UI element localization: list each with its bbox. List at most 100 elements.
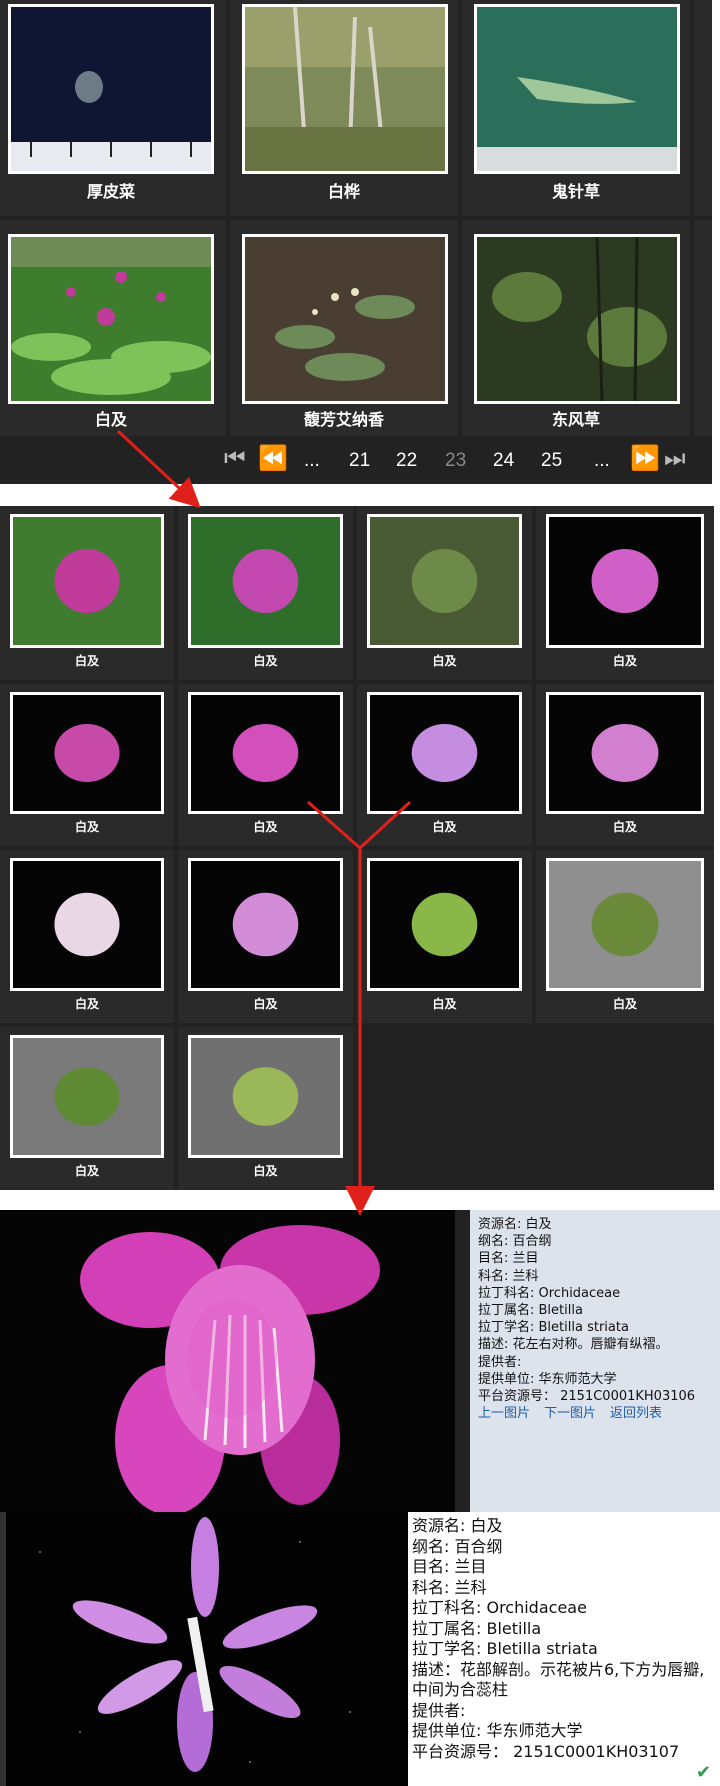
detail-thumb-photo bbox=[13, 517, 161, 645]
gallery-cell[interactable]: 白及 bbox=[0, 220, 226, 436]
gallery-thumb-birch[interactable] bbox=[242, 4, 448, 174]
record1-field-row: 资源名: 白及 bbox=[478, 1217, 552, 1232]
detail-grid-cell[interactable]: 白及 bbox=[0, 850, 174, 1023]
detail-grid-cell[interactable]: 白及 bbox=[536, 850, 714, 1023]
orchid-dissection-photo bbox=[0, 1512, 408, 1786]
page-link-25[interactable]: 25 bbox=[541, 450, 562, 472]
detail-caption[interactable]: 白及 bbox=[536, 818, 714, 835]
gallery-caption[interactable]: 厚皮菜 bbox=[0, 178, 222, 202]
gallery-cell[interactable]: 鬼针草 bbox=[462, 0, 690, 216]
prev-image-link[interactable]: 上一图片 bbox=[478, 1406, 530, 1421]
next-page-icon[interactable]: ⏩ bbox=[630, 444, 660, 472]
gallery-cell[interactable]: 白桦 bbox=[230, 0, 458, 216]
detail-grid-panel: 白及 白及 白及 白及 白及 白及 白及 白及 白及 白及 白及 白及 白及 白及 bbox=[0, 506, 714, 1190]
gallery-thumb-chard[interactable] bbox=[8, 4, 214, 174]
detail-thumb[interactable] bbox=[188, 514, 343, 648]
page-link-22[interactable]: 22 bbox=[396, 450, 417, 472]
detail-caption[interactable]: 白及 bbox=[178, 818, 353, 835]
detail-grid-cell[interactable]: 白及 bbox=[0, 506, 174, 680]
record2-field-row: 描述：花部解剖。示花被片6,下方为唇瓣, bbox=[412, 1659, 705, 1679]
detail-grid-cell[interactable]: 白及 bbox=[178, 684, 353, 846]
gallery-thumb-blumea-megacephala[interactable] bbox=[474, 234, 680, 404]
detail-thumb[interactable] bbox=[188, 858, 343, 991]
gallery-caption[interactable]: 馥芳艾纳香 bbox=[230, 406, 458, 430]
detail-caption[interactable]: 白及 bbox=[178, 995, 353, 1012]
detail-caption[interactable]: 白及 bbox=[536, 652, 714, 669]
gallery-cell-partial bbox=[694, 220, 712, 436]
detail-caption[interactable]: 白及 bbox=[178, 652, 353, 669]
detail-caption[interactable]: 白及 bbox=[178, 1162, 353, 1179]
detail-caption[interactable]: 白及 bbox=[0, 1162, 174, 1179]
detail-grid-cell[interactable]: 白及 bbox=[0, 1027, 174, 1190]
birch-photo bbox=[245, 7, 445, 171]
record2-info-panel: 资源名: 白及 纲名: 百合纲 目名: 兰目 科名: 兰科 拉丁科名: Orchidac… bbox=[408, 1512, 720, 1786]
detail-grid-cell[interactable]: 白及 bbox=[0, 684, 174, 846]
detail-caption[interactable]: 白及 bbox=[357, 818, 532, 835]
next-image-link[interactable]: 下一图片 bbox=[544, 1406, 596, 1421]
record1-field-row: 拉丁科名: Orchidaceae bbox=[478, 1285, 621, 1301]
back-to-list-link[interactable]: 返回列表 bbox=[610, 1406, 662, 1421]
gallery-cell[interactable]: 馥芳艾纳香 bbox=[230, 220, 458, 436]
record1-field-row: 拉丁属名: Bletilla bbox=[478, 1303, 583, 1319]
page-link-21[interactable]: 21 bbox=[349, 450, 370, 472]
detail-thumb[interactable] bbox=[10, 1035, 164, 1158]
detail-caption[interactable]: 白及 bbox=[536, 995, 714, 1012]
detail-grid-cell[interactable]: 白及 bbox=[357, 684, 532, 846]
detail-caption[interactable]: 白及 bbox=[0, 995, 174, 1012]
checkmark-logo-icon: ✔ bbox=[696, 1762, 712, 1783]
detail-thumb-photo bbox=[549, 517, 701, 645]
detail-thumb[interactable] bbox=[367, 858, 522, 991]
record1-image[interactable] bbox=[0, 1210, 470, 1512]
gallery-cell[interactable]: 厚皮菜 bbox=[0, 0, 226, 216]
detail-grid-cell[interactable]: 白及 bbox=[536, 506, 714, 680]
record1-field-row: 科名: 兰科 bbox=[478, 1268, 539, 1284]
detail-caption[interactable]: 白及 bbox=[357, 995, 532, 1012]
detail-thumb[interactable] bbox=[546, 858, 704, 991]
detail-caption[interactable]: 白及 bbox=[0, 818, 174, 835]
gallery-thumb-bidens[interactable] bbox=[474, 4, 680, 174]
gallery-caption[interactable]: 东风草 bbox=[462, 406, 690, 430]
detail-thumb[interactable] bbox=[10, 514, 164, 648]
record1-field-row: 描述: 花左右对称。唇瓣有纵褶。 bbox=[478, 1337, 669, 1353]
pagination-ellipsis[interactable]: ... bbox=[594, 450, 610, 472]
gallery-thumb-bletilla[interactable] bbox=[8, 234, 214, 404]
detail-thumb[interactable] bbox=[367, 514, 522, 648]
detail-thumb-photo bbox=[13, 861, 161, 988]
detail-grid-cell[interactable]: 白及 bbox=[536, 684, 714, 846]
detail-caption[interactable]: 白及 bbox=[357, 652, 532, 669]
gallery-thumb-blumea[interactable] bbox=[242, 234, 448, 404]
detail-grid-cell[interactable]: 白及 bbox=[178, 506, 353, 680]
record2-field-row: 提供单位: 华东师范大学 bbox=[412, 1721, 583, 1740]
detail-thumb[interactable] bbox=[10, 692, 164, 814]
detail-caption[interactable]: 白及 bbox=[0, 652, 174, 669]
pagination-ellipsis[interactable]: ... bbox=[304, 450, 320, 472]
prev-page-icon[interactable]: ⏪ bbox=[258, 444, 288, 472]
gallery-caption[interactable]: 白及 bbox=[0, 406, 222, 430]
detail-thumb[interactable] bbox=[546, 692, 704, 814]
page-current-23: 23 bbox=[445, 450, 467, 471]
detail-thumb[interactable] bbox=[367, 692, 522, 814]
forest-photo bbox=[477, 237, 677, 401]
gallery-caption[interactable]: 鬼针草 bbox=[462, 178, 690, 202]
page-link-24[interactable]: 24 bbox=[493, 450, 514, 472]
detail-thumb-photo bbox=[549, 695, 701, 811]
gallery-caption[interactable]: 白桦 bbox=[230, 178, 458, 202]
page: 厚皮菜 白桦 鬼针草 白及 馥芳艾纳香 东风草 ⏮ ⏪ ... 21 22 23… bbox=[0, 0, 720, 1786]
record2-image[interactable] bbox=[0, 1512, 408, 1786]
detail-thumb[interactable] bbox=[188, 1035, 343, 1158]
detail-thumb[interactable] bbox=[546, 514, 704, 648]
record1-field-row: 提供单位: 华东师范大学 bbox=[478, 1371, 617, 1387]
last-page-icon[interactable]: ⏭ bbox=[664, 444, 686, 472]
record1-field-row: 平台资源号： 2151C0001KH03106 bbox=[478, 1389, 696, 1405]
record1-field-row: 目名: 兰目 bbox=[478, 1251, 539, 1267]
detail-thumb[interactable] bbox=[10, 858, 164, 991]
detail-grid-cell[interactable]: 白及 bbox=[178, 850, 353, 1023]
blumea-photo bbox=[245, 237, 445, 401]
detail-thumb-photo bbox=[191, 861, 340, 988]
first-page-icon[interactable]: ⏮ bbox=[224, 444, 246, 472]
detail-grid-cell[interactable]: 白及 bbox=[178, 1027, 353, 1190]
detail-grid-cell[interactable]: 白及 bbox=[357, 506, 532, 680]
detail-thumb[interactable] bbox=[188, 692, 343, 814]
detail-grid-cell[interactable]: 白及 bbox=[357, 850, 532, 1023]
gallery-cell[interactable]: 东风草 bbox=[462, 220, 690, 436]
